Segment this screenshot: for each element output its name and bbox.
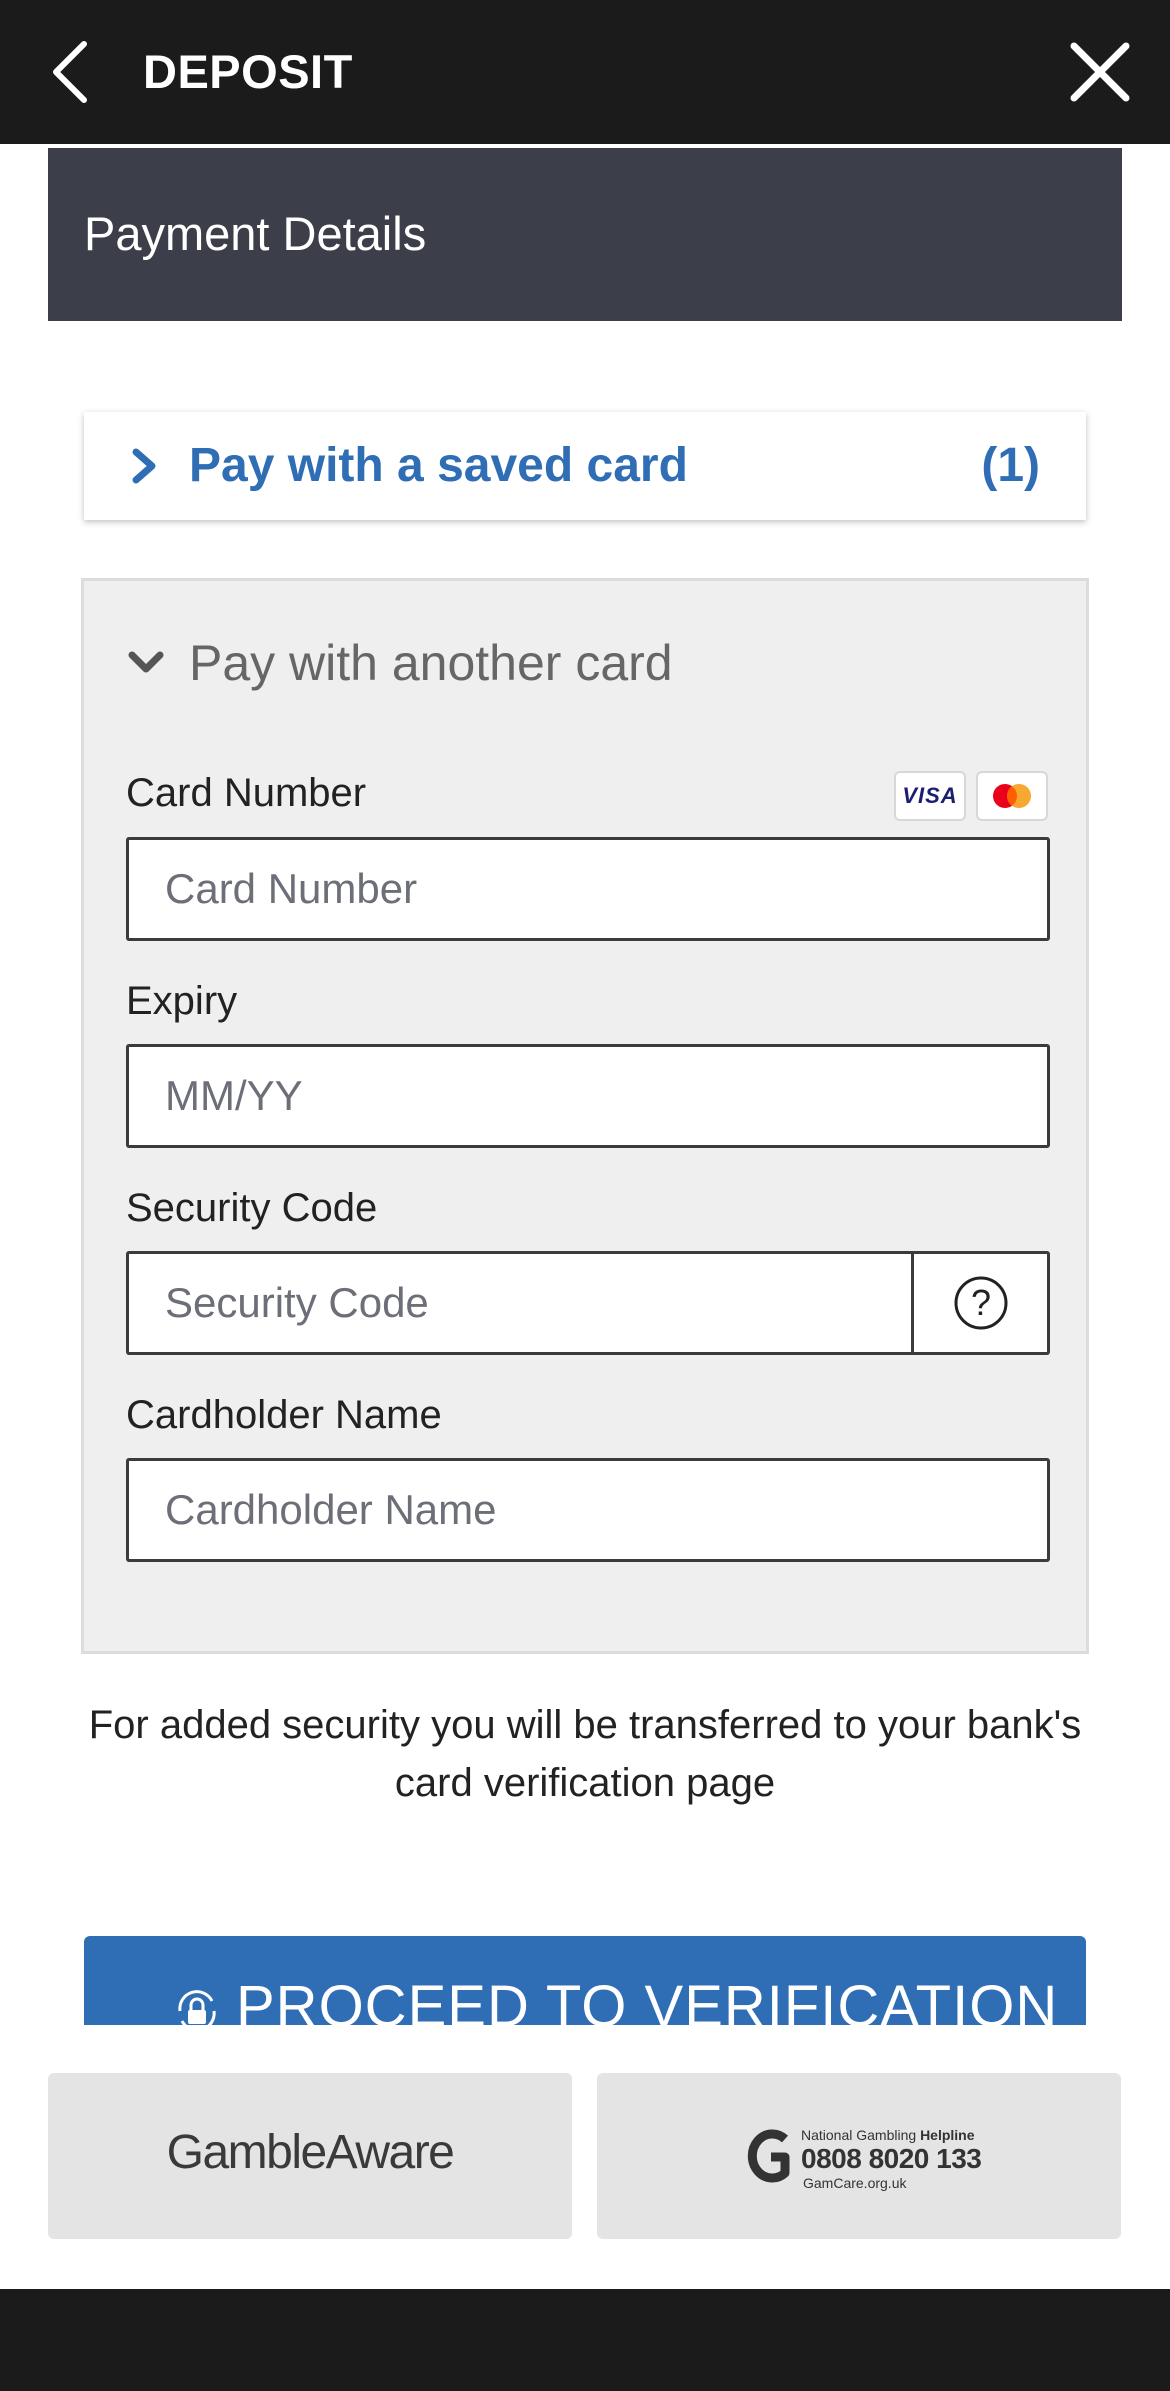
card-number-input[interactable]	[126, 837, 1050, 941]
proceed-to-verification-button[interactable]: PROCEED TO VERIFICATION	[84, 1936, 1086, 2025]
cardholder-name-label: Cardholder Name	[126, 1393, 442, 1437]
gambling-helpline-button[interactable]: National Gambling Helpline 0808 8020 133…	[597, 2073, 1121, 2239]
security-code-help-button[interactable]: ?	[911, 1254, 1047, 1352]
lock-refresh-icon	[178, 1990, 216, 2025]
cardholder-name-input[interactable]	[126, 1458, 1050, 1562]
visa-logo: VISA	[894, 771, 966, 821]
footer: GambleAware National Gambling Helpline 0…	[0, 2025, 1170, 2289]
close-icon	[1070, 42, 1130, 102]
pay-with-another-card-panel: Pay with another card Card Number VISA E…	[81, 578, 1089, 1654]
helpline-number: 0808 8020 133	[801, 2143, 982, 2174]
proceed-button-label: PROCEED TO VERIFICATION	[236, 1974, 1059, 2025]
chevron-right-icon	[132, 448, 156, 484]
security-code-field: ?	[126, 1251, 1050, 1355]
helpline-title: National Gambling Helpline	[801, 2127, 975, 2143]
payment-details-header: Payment Details	[48, 148, 1122, 321]
gambleaware-logo: GambleAware	[166, 2126, 455, 2179]
question-circle-icon: ?	[954, 1276, 1007, 1330]
security-code-input[interactable]	[129, 1254, 913, 1352]
card-brand-logos: VISA	[894, 771, 1048, 821]
top-bar: DEPOSIT	[0, 0, 1170, 144]
saved-card-count: (1)	[981, 439, 1040, 492]
security-code-label: Security Code	[126, 1186, 378, 1230]
close-button[interactable]	[1064, 36, 1136, 108]
bottom-bar	[0, 2289, 1170, 2391]
page-title: DEPOSIT	[143, 45, 353, 98]
pay-with-saved-card-toggle[interactable]: Pay with a saved card (1)	[84, 412, 1086, 520]
mastercard-logo	[976, 771, 1048, 821]
another-card-label[interactable]: Pay with another card	[189, 633, 673, 693]
svg-text:?: ?	[970, 1282, 990, 1323]
gamcare-logo-icon	[747, 2129, 790, 2183]
payment-details-heading: Payment Details	[84, 207, 427, 260]
gambleaware-button[interactable]: GambleAware	[48, 2073, 572, 2239]
proceed-button-viewport: PROCEED TO VERIFICATION	[84, 1936, 1086, 2025]
card-number-label: Card Number	[126, 771, 367, 815]
saved-card-label: Pay with a saved card	[189, 439, 688, 492]
expiry-input[interactable]	[126, 1044, 1050, 1148]
back-button[interactable]	[44, 36, 100, 108]
chevron-left-icon	[53, 41, 87, 103]
expiry-label: Expiry	[126, 979, 238, 1023]
helpline-url: GamCare.org.uk	[803, 2175, 907, 2191]
chevron-down-icon[interactable]	[126, 647, 166, 679]
security-note: For added security you will be transferr…	[88, 1703, 1082, 1805]
